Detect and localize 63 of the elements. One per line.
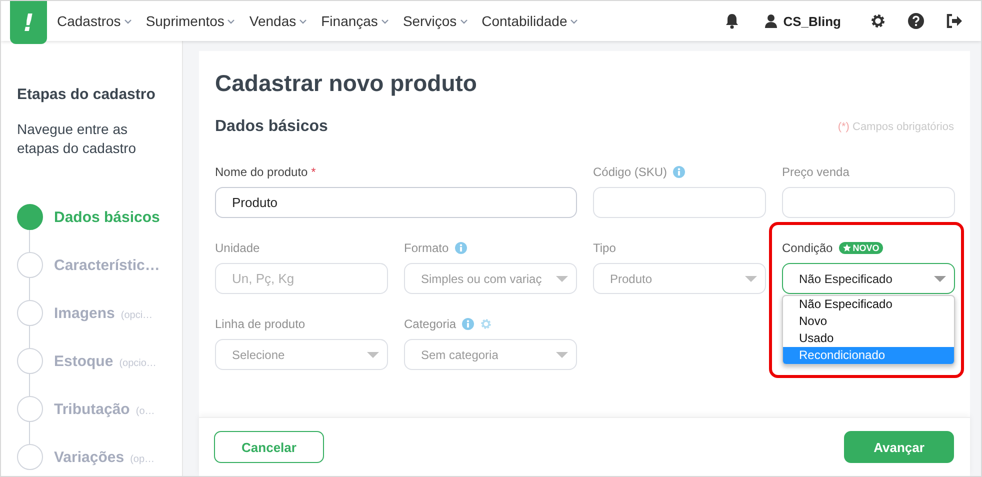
field-label: Linha de produto [215, 316, 306, 330]
menu-item[interactable]: Vendas [249, 13, 308, 29]
dropdown-option[interactable]: Não Especificado [783, 296, 954, 313]
user-menu[interactable]: CS_Bling [765, 14, 841, 28]
sidebar-description: Navegue entre as etapas do cadastro [17, 120, 138, 158]
help-icon[interactable] [908, 13, 924, 29]
info-icon[interactable] [454, 242, 467, 254]
select-field[interactable]: Não Especificado [782, 263, 955, 294]
select-field[interactable]: Produto [593, 263, 766, 294]
input-field[interactable]: Produto [215, 187, 577, 218]
step-link[interactable]: Dados básicos [54, 208, 160, 226]
caret-icon [460, 18, 468, 24]
caret-icon [299, 18, 308, 24]
info-icon[interactable] [673, 166, 686, 178]
settings-icon[interactable] [870, 13, 886, 29]
menu-item[interactable]: Suprimentos [146, 13, 236, 29]
dropdown-arrow-icon [556, 352, 568, 358]
info-icon[interactable] [462, 318, 474, 330]
page-title: Cadastrar novo produto [215, 69, 478, 97]
field-label: Unidade [215, 240, 260, 254]
step-link[interactable]: Característic… [54, 256, 160, 274]
menu-item[interactable]: Cadastros [57, 13, 132, 29]
input-field[interactable]: Un, Pç, Kg [215, 263, 388, 294]
field-label: Formato [404, 240, 449, 254]
caret-icon [227, 18, 236, 24]
caret-icon [380, 18, 389, 24]
dropdown-arrow-icon [934, 276, 946, 282]
next-button[interactable]: Avançar [844, 431, 954, 463]
logout-icon[interactable] [946, 14, 962, 28]
step-link[interactable]: Estoque (opcio… [54, 352, 156, 370]
field-label: Preço venda [782, 164, 850, 178]
field-label: Condição [782, 240, 833, 254]
field-label: Tipo [593, 240, 616, 254]
step-link[interactable]: Variações (op… [54, 448, 155, 466]
notifications-icon[interactable] [725, 13, 740, 29]
user-icon [765, 14, 778, 28]
dropdown-option[interactable]: Recondicionado [783, 347, 954, 364]
star-icon [842, 244, 851, 252]
field-label: Nome do produto * [215, 164, 316, 178]
sidebar-title: Etapas do cadastro [17, 86, 156, 103]
dropdown-option[interactable]: Usado [783, 330, 954, 347]
input-field[interactable] [593, 187, 766, 218]
section-title: Dados básicos [215, 118, 328, 136]
step-link[interactable]: Tributação (o… [54, 400, 155, 418]
dropdown-arrow-icon [745, 276, 757, 282]
caret-icon [124, 18, 132, 24]
dropdown-arrow-icon [556, 276, 568, 282]
dropdown-option[interactable]: Novo [783, 313, 954, 330]
dropdown-arrow-icon [367, 352, 379, 358]
field-label: Código (SKU) [593, 164, 668, 178]
menu-item[interactable]: Serviços [402, 13, 468, 29]
field-label: Categoria [404, 316, 456, 330]
menu-item[interactable]: Finanças [321, 13, 389, 29]
app-logo[interactable]: ! [10, 1, 47, 44]
select-field[interactable]: Sem categoria [404, 339, 577, 370]
input-field[interactable] [782, 187, 955, 218]
select-field[interactable]: Selecione [215, 339, 388, 370]
menu-item[interactable]: Contabilidade [482, 13, 578, 29]
select-field[interactable]: Simples ou com variaç [404, 263, 577, 294]
step-link[interactable]: Imagens (opci… [54, 304, 153, 322]
cancel-button[interactable]: Cancelar [214, 431, 324, 463]
caret-icon [570, 18, 578, 24]
new-badge: NOVO [838, 242, 884, 254]
